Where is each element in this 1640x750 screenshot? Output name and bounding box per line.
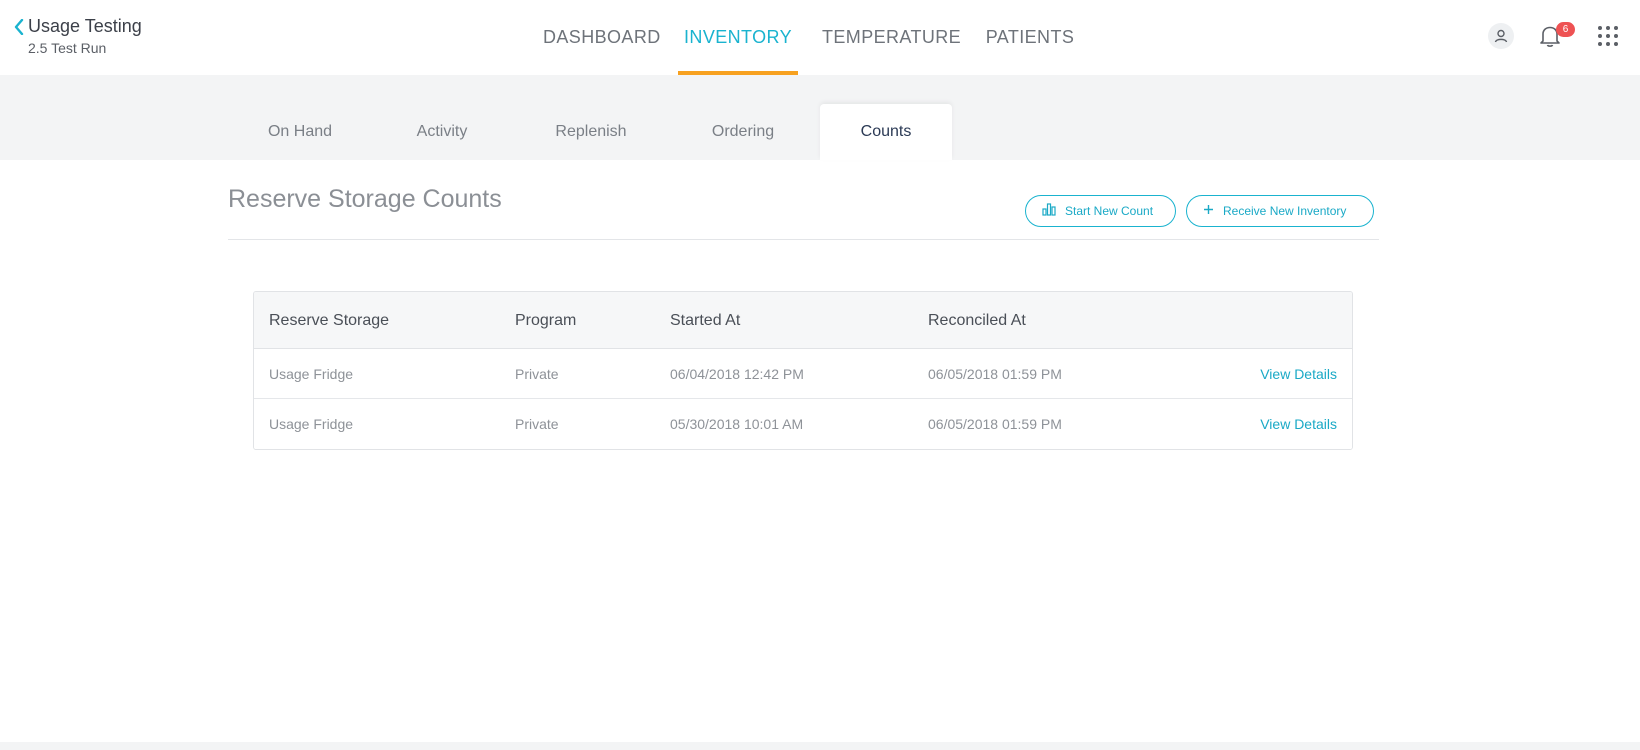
cell-program: Private: [515, 366, 559, 382]
sub-nav: On Hand Activity Replenish Ordering Coun…: [0, 75, 1640, 160]
tab-activity[interactable]: Activity: [395, 104, 489, 160]
nav-patients[interactable]: PATIENTS: [985, 0, 1075, 75]
apps-grid-icon[interactable]: [1594, 22, 1622, 50]
table-header: Reserve Storage Program Started At Recon…: [254, 292, 1352, 349]
column-header-reconciled-at: Reconciled At: [928, 312, 1026, 329]
tab-ordering[interactable]: Ordering: [690, 104, 796, 160]
view-details-link[interactable]: View Details: [1260, 349, 1337, 399]
notification-badge: 6: [1556, 22, 1575, 37]
page-title: Reserve Storage Counts: [228, 185, 502, 213]
tab-on-hand[interactable]: On Hand: [248, 104, 352, 160]
table-row: Usage Fridge Private 05/30/2018 10:01 AM…: [254, 399, 1352, 449]
start-new-count-button[interactable]: Start New Count: [1025, 195, 1176, 227]
header-divider: [228, 239, 1379, 240]
bar-chart-icon: [1042, 203, 1056, 219]
cell-program: Private: [515, 416, 559, 432]
counts-table: Reserve Storage Program Started At Recon…: [253, 291, 1353, 450]
cell-reconciled-at: 06/05/2018 01:59 PM: [928, 416, 1062, 432]
column-header-program: Program: [515, 312, 577, 329]
receive-new-inventory-label: Receive New Inventory: [1223, 204, 1347, 218]
column-header-started-at: Started At: [670, 312, 741, 329]
app-title: Usage Testing: [28, 16, 142, 36]
cell-reserve-storage: Usage Fridge: [269, 416, 354, 432]
nav-dashboard[interactable]: DASHBOARD: [543, 0, 660, 75]
app-subtitle: 2.5 Test Run: [28, 40, 107, 56]
receive-new-inventory-button[interactable]: Receive New Inventory: [1186, 195, 1374, 227]
column-header-reserve-storage: Reserve Storage: [269, 312, 390, 329]
nav-temperature[interactable]: TEMPERATURE: [822, 0, 961, 75]
cell-reconciled-at: 06/05/2018 01:59 PM: [928, 366, 1062, 382]
user-icon[interactable]: [1487, 22, 1515, 50]
top-bar: Usage Testing 2.5 Test Run DASHBOARD INV…: [0, 0, 1640, 75]
tab-replenish[interactable]: Replenish: [538, 104, 644, 160]
start-new-count-label: Start New Count: [1065, 204, 1154, 218]
back-chevron-icon[interactable]: [8, 16, 30, 38]
view-details-link[interactable]: View Details: [1260, 399, 1337, 449]
footer-strip: [0, 742, 1640, 750]
plus-icon: [1203, 204, 1214, 218]
cell-started-at: 05/30/2018 10:01 AM: [670, 416, 804, 432]
nav-inventory[interactable]: INVENTORY: [678, 0, 798, 75]
bell-icon[interactable]: 6: [1536, 22, 1575, 50]
table-row: Usage Fridge Private 06/04/2018 12:42 PM…: [254, 349, 1352, 399]
tab-counts[interactable]: Counts: [820, 104, 952, 160]
cell-reserve-storage: Usage Fridge: [269, 366, 354, 382]
cell-started-at: 06/04/2018 12:42 PM: [670, 366, 804, 382]
